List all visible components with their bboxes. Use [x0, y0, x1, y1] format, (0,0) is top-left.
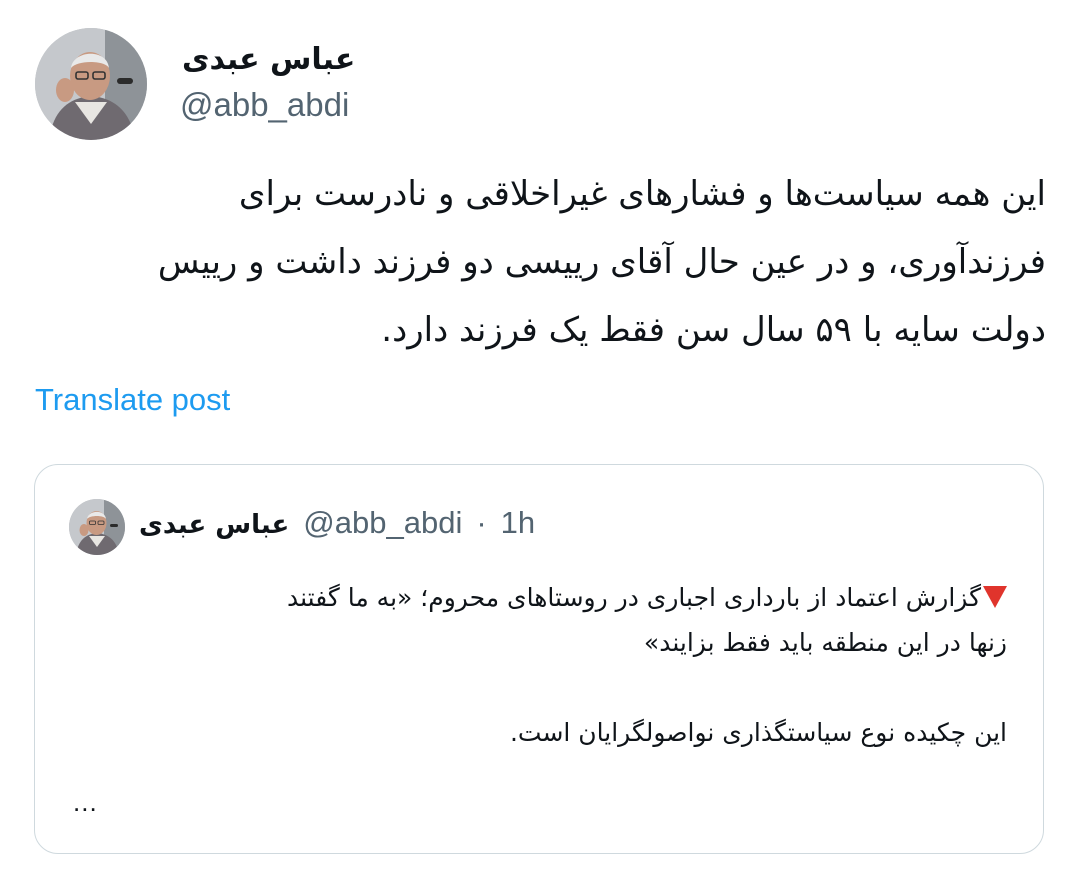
quoted-author-name[interactable]: عباس عبدی	[139, 510, 289, 540]
quoted-text-line: این چکیده نوع سیاستگذاری نواصولگرایان اس…	[509, 718, 1007, 747]
post-text-line: فرزندآوری، و در عین حال آقای رییسی دو فر…	[157, 242, 1046, 282]
author-name[interactable]: عباس عبدی	[182, 42, 355, 77]
quoted-post-time[interactable]: 1h	[501, 505, 535, 541]
red-triangle-down-icon	[983, 586, 1007, 608]
post-text-line: این همه سیاست‌ها و فشارهای غیراخلاقی و ن…	[238, 174, 1046, 214]
quoted-post-text: گزارش اعتماد از بارداری اجباری در روستاه…	[73, 575, 1007, 755]
author-handle[interactable]: @abb_abdi	[180, 86, 349, 124]
quoted-text-line-content: گزارش اعتماد از بارداری اجباری در روستاه…	[287, 583, 981, 612]
post-text: این همه سیاست‌ها و فشارهای غیراخلاقی و ن…	[34, 160, 1046, 364]
translate-post-link[interactable]: Translate post	[35, 382, 230, 418]
quoted-avatar[interactable]	[69, 499, 125, 555]
avatar-photo	[35, 28, 147, 140]
quoted-text-line: زنها در این منطقه باید فقط بزایند»	[643, 628, 1007, 657]
post-text-line: دولت سایه با ۵۹ سال سن فقط یک فرزند دارد…	[381, 310, 1046, 350]
quoted-post-card[interactable]: عباس عبدی @abb_abdi · 1h گزارش اعتماد از…	[34, 464, 1044, 854]
quoted-post-header: عباس عبدی @abb_abdi · 1h	[139, 505, 535, 541]
truncation-ellipsis: ...	[73, 787, 98, 817]
separator-dot: ·	[476, 505, 487, 540]
avatar-photo	[69, 499, 125, 555]
quoted-author-handle[interactable]: @abb_abdi	[303, 505, 462, 541]
quoted-text-line: گزارش اعتماد از بارداری اجباری در روستاه…	[73, 575, 1007, 620]
avatar[interactable]	[35, 28, 147, 140]
